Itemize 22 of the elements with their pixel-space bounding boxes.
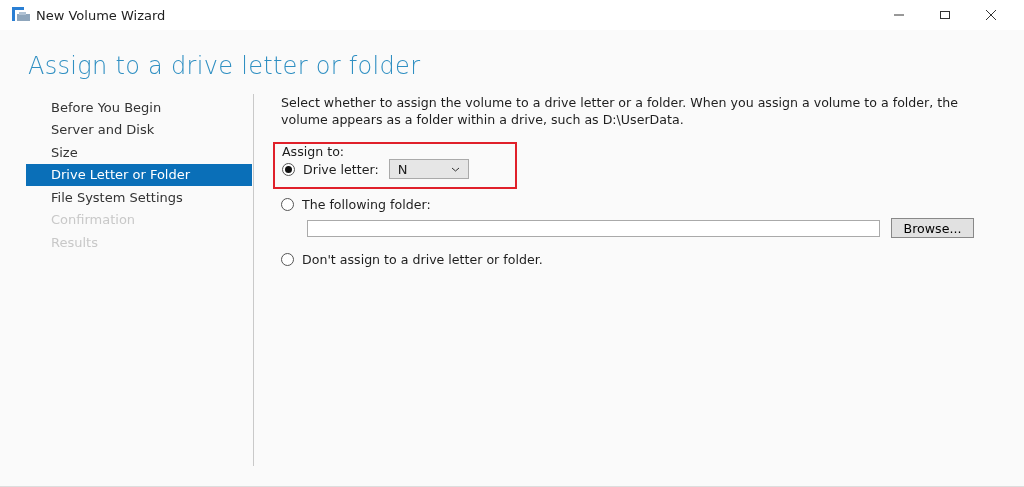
radio-button[interactable] xyxy=(281,198,294,211)
wizard-step[interactable]: Size xyxy=(26,141,253,164)
assign-label: Assign to: xyxy=(282,144,346,159)
option-label: Don't assign to a drive letter or folder. xyxy=(302,252,543,267)
chevron-icon xyxy=(450,166,460,172)
radio-button[interactable] xyxy=(281,253,294,266)
wizard-step[interactable]: Drive Letter or Folder xyxy=(26,163,253,186)
radio-button[interactable] xyxy=(282,162,295,176)
close-icon xyxy=(986,10,996,20)
maximize-icon xyxy=(940,10,950,20)
wizard-step[interactable]: Server and Disk xyxy=(26,118,253,141)
wizard-step[interactable]: File System Settings xyxy=(26,186,253,209)
option-label: Drive letter: xyxy=(303,161,379,177)
browse-button[interactable]: Browse... xyxy=(891,218,974,238)
description-text: Select whether to assign the volume to a drive letter or a folder. When you assign a volume to a folder, the volume appears as a folder within a drive, such as D:\UserData. xyxy=(281,94,959,128)
app-icon xyxy=(12,7,30,23)
folder-path-field[interactable] xyxy=(307,219,880,237)
page-heading: Assign to a drive letter or folder xyxy=(28,52,422,80)
drive-letter-dropdown[interactable]: N xyxy=(388,159,469,179)
wizard-step[interactable]: Before You Begin xyxy=(26,96,253,119)
option-label: The following folder: xyxy=(302,197,431,212)
window-title: New Volume Wizard xyxy=(36,7,167,23)
